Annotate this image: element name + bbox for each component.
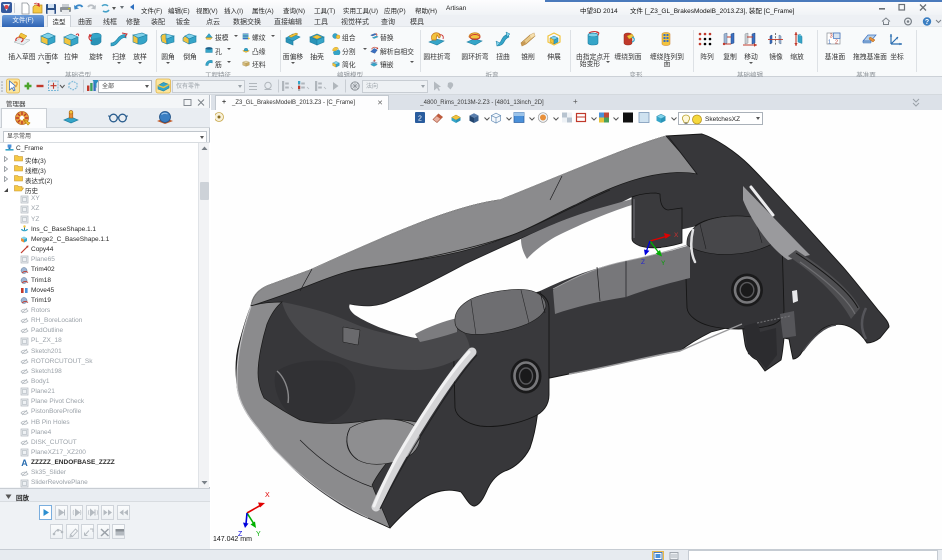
svg-text:A: A: [21, 458, 28, 467]
svg-text:X: X: [265, 492, 270, 499]
svg-text:Y: Y: [661, 260, 666, 267]
svg-text:X: X: [674, 232, 679, 239]
svg-text:Z: Z: [238, 531, 243, 538]
svg-text:Z: Z: [641, 259, 645, 266]
svg-text:Y: Y: [256, 531, 261, 538]
